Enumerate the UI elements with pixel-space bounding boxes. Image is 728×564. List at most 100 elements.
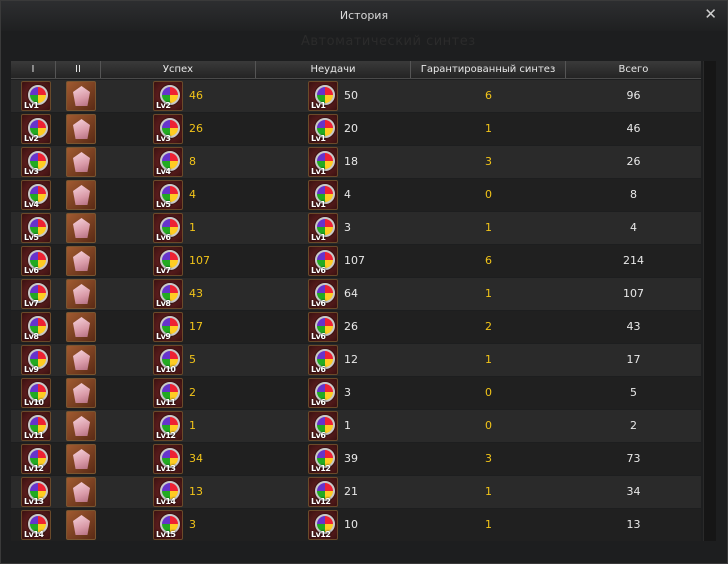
pink-crystal-icon <box>73 185 90 205</box>
success-count: 46 <box>189 89 203 102</box>
material-slot-i[interactable]: Lv2 <box>21 114 51 144</box>
level-label: Lv6 <box>311 299 326 308</box>
failure-result-slot[interactable]: Lv12 <box>308 510 338 540</box>
success-result-slot[interactable]: Lv14 <box>153 477 183 507</box>
success-count: 3 <box>189 518 196 531</box>
table-row: Lv9 Lv10 5 Lv6 12 1 17 <box>11 344 701 376</box>
background-heading: Автоматический синтез <box>301 34 476 49</box>
failure-result-slot[interactable]: Lv6 <box>308 246 338 276</box>
failure-result-slot[interactable]: Lv12 <box>308 444 338 474</box>
failure-result-slot[interactable]: Lv6 <box>308 279 338 309</box>
failure-result-slot[interactable]: Lv6 <box>308 312 338 342</box>
table-row: Lv2 Lv3 26 Lv1 20 1 46 <box>11 113 701 145</box>
failure-count: 64 <box>344 287 358 300</box>
scrollbar[interactable] <box>703 61 716 541</box>
success-result-slot[interactable]: Lv6 <box>153 213 183 243</box>
total-count: 73 <box>626 452 641 465</box>
success-result-slot[interactable]: Lv11 <box>153 378 183 408</box>
close-icon[interactable]: ✕ <box>704 5 717 23</box>
total-count: 26 <box>626 155 641 168</box>
failure-result-slot[interactable]: Lv6 <box>308 411 338 441</box>
material-slot-ii[interactable] <box>66 312 96 342</box>
failure-result-slot[interactable]: Lv12 <box>308 477 338 507</box>
material-slot-ii[interactable] <box>66 81 96 111</box>
guaranteed-count: 6 <box>485 254 492 267</box>
material-slot-ii[interactable] <box>66 378 96 408</box>
table-row: Lv6 Lv7 107 Lv6 107 6 214 <box>11 245 701 277</box>
table-row: Lv12 Lv13 34 Lv12 39 3 73 <box>11 443 701 475</box>
pink-crystal-icon <box>73 218 90 238</box>
material-slot-ii[interactable] <box>66 114 96 144</box>
failure-result-slot[interactable]: Lv1 <box>308 81 338 111</box>
material-slot-i[interactable]: Lv12 <box>21 444 51 474</box>
material-slot-ii[interactable] <box>66 213 96 243</box>
guaranteed-count: 1 <box>485 122 492 135</box>
failure-result-slot[interactable]: Lv6 <box>308 378 338 408</box>
material-slot-i[interactable]: Lv6 <box>21 246 51 276</box>
success-result-slot[interactable]: Lv15 <box>153 510 183 540</box>
material-slot-ii[interactable] <box>66 279 96 309</box>
failure-result-slot[interactable]: Lv6 <box>308 345 338 375</box>
material-slot-ii[interactable] <box>66 246 96 276</box>
success-count: 8 <box>189 155 196 168</box>
level-label: Lv12 <box>311 464 331 473</box>
failure-result-slot[interactable]: Lv1 <box>308 147 338 177</box>
material-slot-i[interactable]: Lv14 <box>21 510 51 540</box>
level-label: Lv7 <box>156 266 171 275</box>
failure-result-slot[interactable]: Lv1 <box>308 180 338 210</box>
material-slot-ii[interactable] <box>66 147 96 177</box>
success-result-slot[interactable]: Lv9 <box>153 312 183 342</box>
pink-crystal-icon <box>73 251 90 271</box>
material-slot-i[interactable]: Lv4 <box>21 180 51 210</box>
material-slot-i[interactable]: Lv11 <box>21 411 51 441</box>
material-slot-i[interactable]: Lv3 <box>21 147 51 177</box>
table-row: Lv1 Lv2 46 Lv1 50 6 96 <box>11 80 701 112</box>
success-result-slot[interactable]: Lv2 <box>153 81 183 111</box>
total-count: 5 <box>630 386 637 399</box>
material-slot-i[interactable]: Lv7 <box>21 279 51 309</box>
material-slot-ii[interactable] <box>66 180 96 210</box>
level-label: Lv1 <box>311 200 326 209</box>
guaranteed-count: 3 <box>485 155 492 168</box>
column-header-guaranteed: Гарантированный синтез <box>411 61 566 78</box>
success-result-slot[interactable]: Lv10 <box>153 345 183 375</box>
level-label: Lv6 <box>156 233 171 242</box>
history-window: История ✕ Автоматический синтез I II Усп… <box>0 0 728 564</box>
level-label: Lv3 <box>24 167 39 176</box>
material-slot-i[interactable]: Lv1 <box>21 81 51 111</box>
material-slot-i[interactable]: Lv13 <box>21 477 51 507</box>
pink-crystal-icon <box>73 350 90 370</box>
table-row: Lv3 Lv4 8 Lv1 18 3 26 <box>11 146 701 178</box>
success-count: 4 <box>189 188 196 201</box>
level-label: Lv6 <box>311 266 326 275</box>
success-result-slot[interactable]: Lv13 <box>153 444 183 474</box>
material-slot-ii[interactable] <box>66 345 96 375</box>
material-slot-i[interactable]: Lv8 <box>21 312 51 342</box>
pink-crystal-icon <box>73 383 90 403</box>
success-result-slot[interactable]: Lv5 <box>153 180 183 210</box>
success-result-slot[interactable]: Lv8 <box>153 279 183 309</box>
success-result-slot[interactable]: Lv4 <box>153 147 183 177</box>
column-header-ii: II <box>56 61 101 78</box>
total-count: 214 <box>623 254 644 267</box>
level-label: Lv12 <box>311 497 331 506</box>
success-result-slot[interactable]: Lv7 <box>153 246 183 276</box>
material-slot-i[interactable]: Lv10 <box>21 378 51 408</box>
success-result-slot[interactable]: Lv3 <box>153 114 183 144</box>
material-slot-ii[interactable] <box>66 477 96 507</box>
success-result-slot[interactable]: Lv12 <box>153 411 183 441</box>
material-slot-i[interactable]: Lv9 <box>21 345 51 375</box>
material-slot-ii[interactable] <box>66 411 96 441</box>
material-slot-ii[interactable] <box>66 510 96 540</box>
material-slot-ii[interactable] <box>66 444 96 474</box>
level-label: Lv12 <box>24 464 44 473</box>
total-count: 34 <box>626 485 641 498</box>
failure-result-slot[interactable]: Lv1 <box>308 213 338 243</box>
level-label: Lv4 <box>156 167 171 176</box>
failure-result-slot[interactable]: Lv1 <box>308 114 338 144</box>
pink-crystal-icon <box>73 416 90 436</box>
material-slot-i[interactable]: Lv5 <box>21 213 51 243</box>
failure-count: 3 <box>344 221 351 234</box>
failure-count: 20 <box>344 122 358 135</box>
guaranteed-count: 0 <box>485 188 492 201</box>
